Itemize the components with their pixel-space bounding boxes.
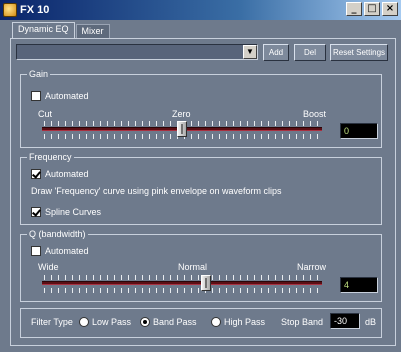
gain-cut-label: Cut (38, 109, 53, 119)
q-automated-label: Automated (45, 246, 89, 256)
gain-zero-label: Zero (172, 109, 191, 119)
band-pass-radio[interactable] (140, 317, 150, 327)
q-value-field[interactable]: 4 (340, 277, 378, 293)
gain-automated-label: Automated (45, 91, 89, 101)
title-bar: FX 10 _ □ × (0, 0, 401, 20)
app-icon (3, 3, 17, 17)
maximize-button[interactable]: □ (364, 2, 380, 16)
gain-value-field[interactable]: 0 (340, 123, 378, 139)
minimize-button[interactable]: _ (346, 2, 362, 16)
q-automated-checkbox[interactable] (31, 246, 41, 256)
frequency-description: Draw 'Frequency' curve using pink envelo… (31, 186, 282, 196)
filter-type-label: Filter Type (31, 317, 73, 327)
gain-boost-label: Boost (303, 109, 327, 119)
low-pass-label: Low Pass (92, 317, 132, 327)
q-slider-ticks (44, 275, 318, 280)
gain-automated-checkbox[interactable] (31, 91, 41, 101)
q-normal-label: Normal (178, 262, 208, 272)
filter-group (20, 308, 382, 338)
high-pass-label: High Pass (224, 317, 266, 327)
frequency-automated-checkbox[interactable] (31, 169, 41, 179)
q-slider[interactable] (42, 281, 322, 285)
chevron-down-icon[interactable]: ▼ (243, 45, 257, 59)
tab-strip: Dynamic EQ Mixer (12, 22, 111, 39)
q-group-title: Q (bandwidth) (27, 228, 88, 240)
add-button[interactable]: Add (263, 44, 289, 61)
window-title: FX 10 (20, 4, 50, 16)
reset-settings-button[interactable]: Reset Settings (330, 44, 388, 61)
q-narrow-label: Narrow (297, 262, 327, 272)
db-unit-label: dB (365, 317, 377, 327)
gain-group-title: Gain (27, 68, 51, 80)
close-button[interactable]: × (382, 2, 398, 16)
spline-curves-label: Spline Curves (45, 207, 102, 217)
preset-dropdown[interactable]: ▼ (16, 44, 258, 60)
q-wide-label: Wide (38, 262, 59, 272)
frequency-automated-label: Automated (45, 169, 89, 179)
high-pass-radio[interactable] (211, 317, 221, 327)
stop-band-label: Stop Band (281, 317, 324, 327)
q-slider-ticks-bottom (44, 288, 318, 293)
tab-dynamic-eq[interactable]: Dynamic EQ (12, 22, 75, 39)
band-pass-label: Band Pass (153, 317, 197, 327)
spline-curves-checkbox[interactable] (31, 207, 41, 217)
gain-slider-thumb[interactable] (177, 121, 187, 137)
stop-band-field[interactable]: -30 (330, 313, 360, 329)
del-button[interactable]: Del (294, 44, 326, 61)
frequency-group-title: Frequency (27, 151, 74, 163)
q-slider-thumb[interactable] (201, 275, 212, 291)
tab-mixer[interactable]: Mixer (75, 24, 110, 39)
low-pass-radio[interactable] (79, 317, 89, 327)
